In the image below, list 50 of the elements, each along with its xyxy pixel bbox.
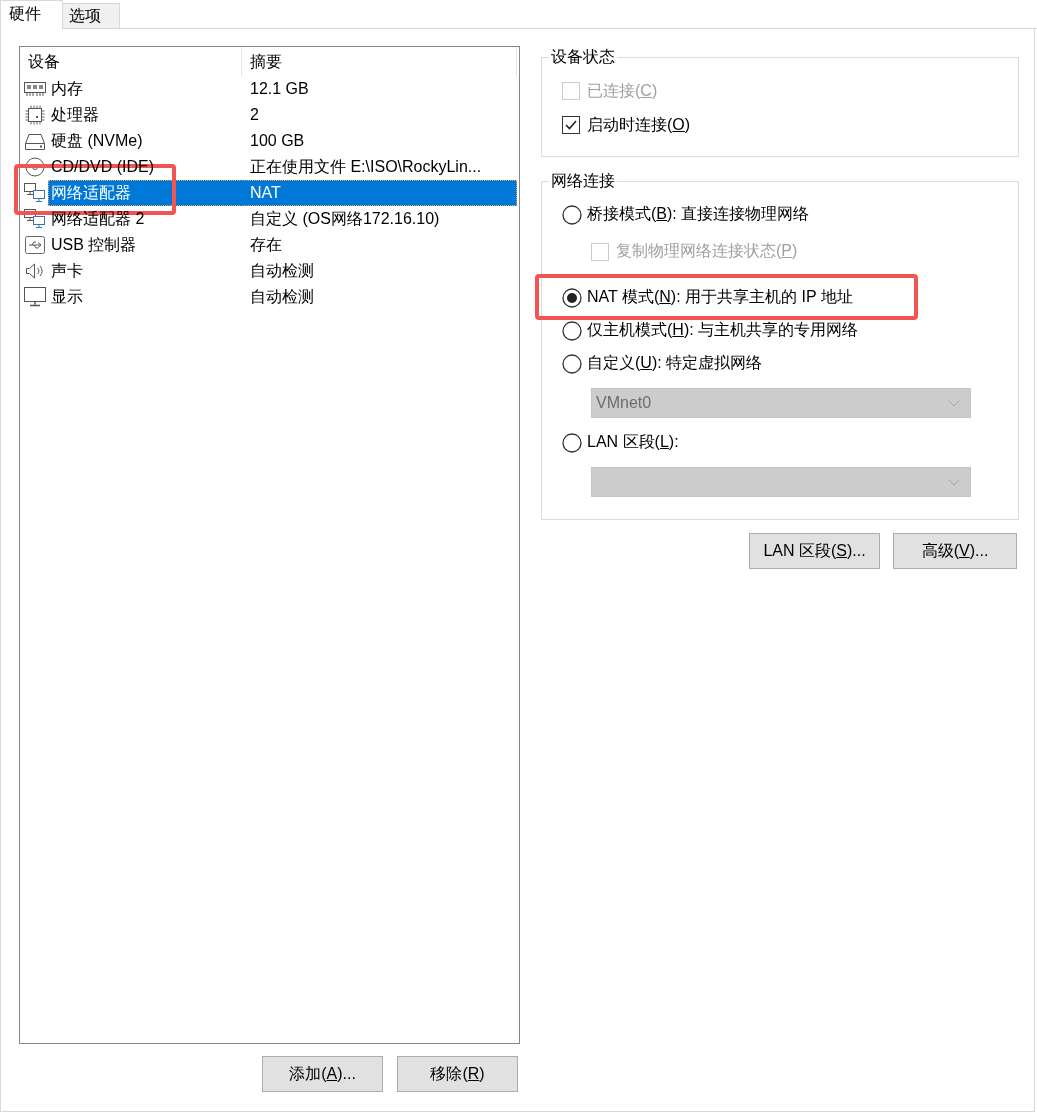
list-action-button[interactable]: 移除(R) [397, 1056, 518, 1092]
networked-computers-icon [23, 182, 47, 204]
checkbox[interactable] [562, 116, 580, 134]
device-summary: 自动检测 [249, 261, 315, 281]
radio-button[interactable] [562, 353, 582, 374]
column-header[interactable]: 摘要 [242, 47, 517, 76]
checkbox-label: 已连接(C) [587, 80, 658, 101]
usb-icon [23, 234, 47, 256]
radio-label: 桥接模式(B): 直接连接物理网络 [587, 204, 810, 224]
device-summary: 正在使用文件 E:\ISO\RockyLin... [249, 157, 483, 177]
list-action-button[interactable]: 添加(A)... [262, 1056, 383, 1092]
radio-button[interactable] [562, 204, 582, 225]
device-summary: NAT [242, 180, 517, 206]
radio-label: 仅主机模式(H): 与主机共享的专用网络 [587, 320, 859, 340]
device-summary: 12.1 GB [249, 79, 310, 99]
chevron-down-icon [948, 399, 960, 407]
disc-icon [23, 156, 47, 178]
chevron-down-icon [948, 478, 960, 486]
tab[interactable]: 选项 [63, 3, 120, 29]
checkbox-label: 复制物理网络连接状态(P) [616, 241, 798, 261]
network-settings-button[interactable]: 高级(V)... [893, 533, 1017, 569]
tab[interactable]: 硬件 [0, 0, 63, 29]
chip-icon [23, 104, 47, 126]
networked-computers-icon [23, 208, 47, 230]
device-summary: 存在 [249, 235, 283, 255]
group-title: 网络连接 [550, 171, 616, 191]
device-summary: 自定义 (OS网络172.16.10) [249, 209, 441, 229]
device-name[interactable]: 网络适配器 [48, 180, 242, 206]
radio-label: 自定义(U): 特定虚拟网络 [587, 353, 763, 373]
radio-button[interactable] [562, 287, 582, 308]
checkbox-label: 启动时连接(O) [587, 114, 691, 135]
device-summary: 100 GB [249, 131, 306, 151]
device-name[interactable]: 声卡 [48, 258, 242, 284]
device-name[interactable]: 显示 [48, 284, 242, 310]
column-header[interactable]: 设备 [20, 47, 242, 76]
device-name[interactable]: 内存 [48, 76, 242, 102]
device-name[interactable]: CD/DVD (IDE) [48, 154, 242, 180]
radio-button[interactable] [562, 320, 582, 341]
radio-button[interactable] [562, 432, 582, 453]
device-name[interactable]: 网络适配器 2 [48, 206, 242, 232]
network-settings-button[interactable]: LAN 区段(S)... [749, 533, 880, 569]
device-name[interactable]: 硬盘 (NVMe) [48, 128, 242, 154]
monitor-icon [23, 286, 47, 308]
device-summary: 自动检测 [249, 287, 315, 307]
device-name[interactable]: 处理器 [48, 102, 242, 128]
radio-label: NAT 模式(N): 用于共享主机的 IP 地址 [587, 287, 853, 307]
group-title: 设备状态 [550, 47, 616, 67]
device-name[interactable]: USB 控制器 [48, 232, 242, 258]
radio-label: LAN 区段(L): [587, 432, 679, 452]
device-summary: 2 [249, 105, 260, 125]
